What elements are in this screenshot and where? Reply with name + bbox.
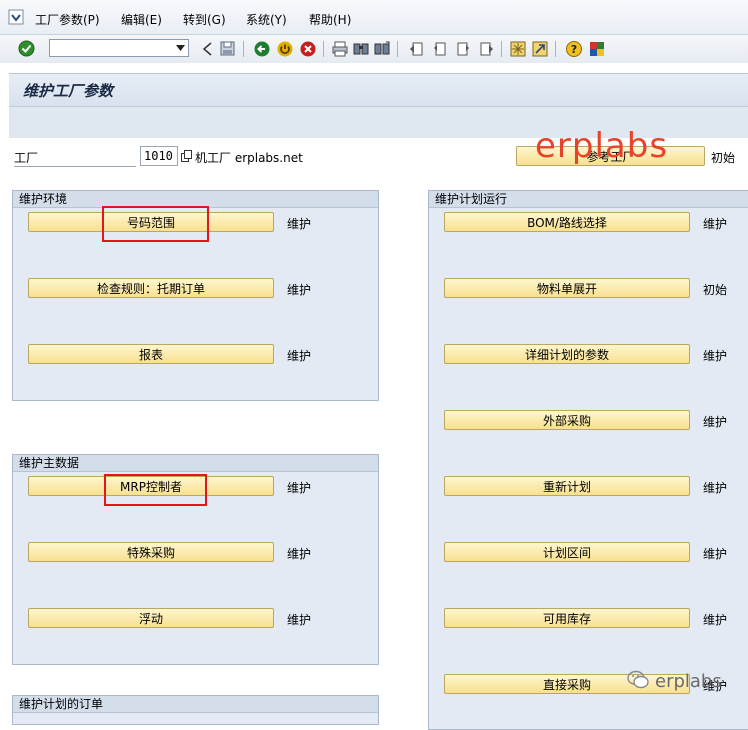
rescheduling-button[interactable]: 重新计划 xyxy=(444,476,690,496)
bom-routing-selection-button[interactable]: BOM/路线选择 xyxy=(444,212,690,232)
cancel-icon[interactable] xyxy=(299,40,316,57)
external-procurement-button[interactable]: 外部采购 xyxy=(444,410,690,430)
menu-help[interactable]: 帮助(H) xyxy=(309,11,351,28)
next-page-icon[interactable] xyxy=(454,40,471,57)
back-icon[interactable] xyxy=(253,40,270,57)
menu-edit[interactable]: 编辑(E) xyxy=(121,11,162,28)
bom-routing-selection-status: 维护 xyxy=(703,217,728,231)
planning-horizon-status: 维护 xyxy=(703,547,728,561)
menu-plant-params[interactable]: 工厂参数(P) xyxy=(35,11,100,28)
menu-goto[interactable]: 转到(G) xyxy=(183,11,226,28)
bom-explosion-button[interactable]: 物料单展开 xyxy=(444,278,690,298)
save-icon[interactable] xyxy=(219,40,236,57)
enter-check-icon[interactable] xyxy=(18,40,35,57)
group-title: 维护计划运行 xyxy=(429,191,748,208)
menu-bar: 工厂参数(P) 编辑(E) 转到(G) 系统(Y) 帮助(H) xyxy=(0,0,748,34)
plant-input[interactable]: 1010 xyxy=(140,146,178,166)
command-field[interactable] xyxy=(49,39,189,57)
sap-menu-icon[interactable] xyxy=(8,9,24,25)
svg-text:?: ? xyxy=(570,43,576,56)
group-maintain-planned-orders: 维护计划的订单 xyxy=(12,695,379,725)
copy-icon xyxy=(181,150,193,165)
number-range-status: 维护 xyxy=(287,217,312,231)
group-title: 维护主数据 xyxy=(13,455,378,472)
highlight-box xyxy=(104,474,207,506)
detailed-planning-params-status: 维护 xyxy=(703,349,728,363)
reports-button[interactable]: 报表 xyxy=(28,344,274,364)
last-page-icon[interactable] xyxy=(477,40,494,57)
highlight-box xyxy=(102,206,209,242)
float-status: 维护 xyxy=(287,613,312,627)
check-rules-status: 维护 xyxy=(287,283,312,297)
previous-page-icon[interactable] xyxy=(431,40,448,57)
plant-label-underline xyxy=(14,166,136,167)
toolbar: ? xyxy=(0,35,748,63)
triangle-left-icon[interactable] xyxy=(198,40,215,57)
page-title: 维护工厂参数 xyxy=(23,82,114,100)
detailed-planning-params-button[interactable]: 详细计划的参数 xyxy=(444,344,690,364)
reference-plant-status: 初始 xyxy=(711,151,736,165)
group-title: 维护计划的订单 xyxy=(13,696,378,713)
special-procurement-button[interactable]: 特殊采购 xyxy=(28,542,274,562)
watermark: erplabs xyxy=(535,126,669,166)
find-next-icon[interactable] xyxy=(373,40,390,57)
external-procurement-status: 维护 xyxy=(703,415,728,429)
reports-status: 维护 xyxy=(287,349,312,363)
first-page-icon[interactable] xyxy=(408,40,425,57)
plant-description: 机工厂 erplabs.net xyxy=(195,151,303,165)
group-maintain-planning-run: 维护计划运行 xyxy=(428,190,748,730)
help-icon[interactable]: ? xyxy=(565,40,582,57)
menu-system[interactable]: 系统(Y) xyxy=(246,11,287,28)
find-icon[interactable] xyxy=(352,40,369,57)
wechat-text: erplabs xyxy=(655,671,722,692)
wechat-icon xyxy=(627,670,649,693)
shortcut-icon[interactable] xyxy=(531,40,548,57)
bom-explosion-status: 初始 xyxy=(703,283,728,297)
check-rules-button[interactable]: 检查规则：托期订单 xyxy=(28,278,274,298)
wechat-watermark: erplabs xyxy=(627,670,722,693)
rescheduling-status: 维护 xyxy=(703,481,728,495)
plant-label: 工厂 xyxy=(14,151,39,165)
float-button[interactable]: 浮动 xyxy=(28,608,274,628)
new-session-icon[interactable] xyxy=(509,40,526,57)
special-procurement-status: 维护 xyxy=(287,547,312,561)
mrp-controller-status: 维护 xyxy=(287,481,312,495)
exit-icon[interactable] xyxy=(276,40,293,57)
print-icon[interactable] xyxy=(331,40,348,57)
available-stock-status: 维护 xyxy=(703,613,728,627)
layout-menu-icon[interactable] xyxy=(588,40,605,57)
title-strip: 维护工厂参数 xyxy=(9,74,748,107)
chevron-down-icon[interactable] xyxy=(172,40,188,56)
available-stock-button[interactable]: 可用库存 xyxy=(444,608,690,628)
planning-horizon-button[interactable]: 计划区间 xyxy=(444,542,690,562)
